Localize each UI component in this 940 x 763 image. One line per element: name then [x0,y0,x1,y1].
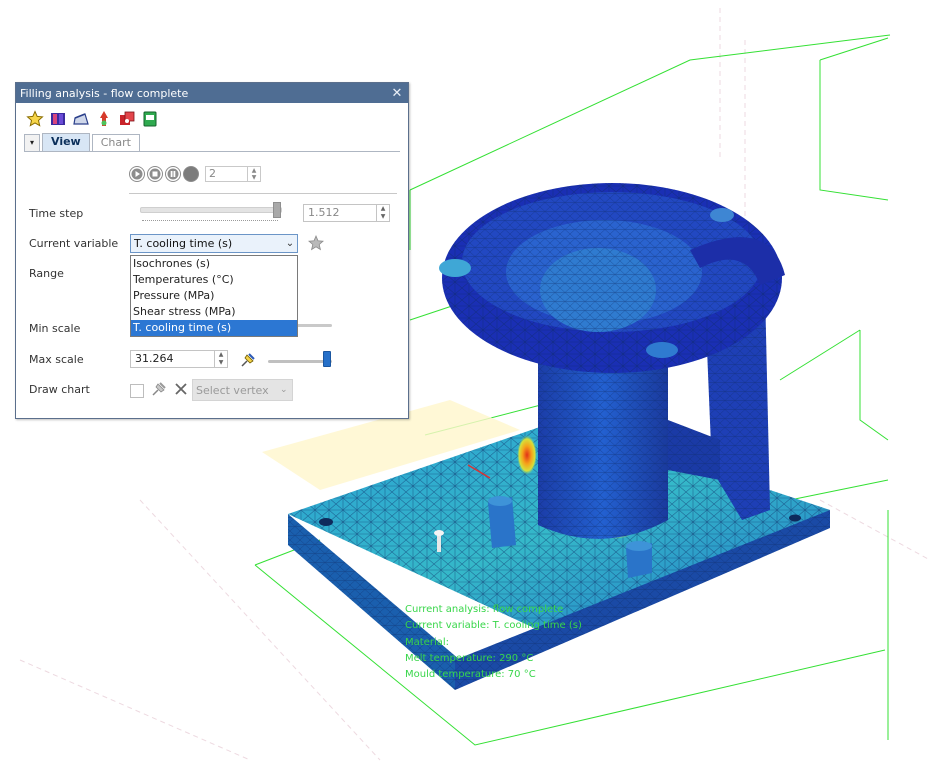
tab-collapse-button[interactable]: ▾ [24,134,40,151]
option-isochrones[interactable]: Isochrones (s) [131,256,297,272]
dialog-toolbar [16,103,408,131]
max-scale-value: 31.264 [135,352,174,365]
result-line-variable: Current variable: T. cooling time (s) [405,620,582,631]
injection-point-icon[interactable] [95,110,113,128]
pick-value-icon[interactable] [239,351,257,369]
time-step-slider-thumb[interactable] [273,202,281,218]
pause-button[interactable] [165,166,181,182]
current-variable-value: T. cooling time (s) [134,237,233,250]
current-variable-label: Current variable [29,237,119,250]
tab-bar: ▾ View Chart [24,133,400,152]
option-shear-stress[interactable]: Shear stress (MPa) [131,304,297,320]
time-step-ticks [142,217,278,221]
materials-icon[interactable] [49,110,67,128]
frame-value: 2 [209,167,216,180]
star-icon[interactable] [26,110,44,128]
max-scale-slider-thumb[interactable] [323,351,331,367]
result-line-analysis: Current analysis: flow complete [405,604,564,615]
tab-view[interactable]: View [42,133,90,151]
flow-icon[interactable] [72,110,90,128]
filling-analysis-dialog: Filling analysis - flow complete ✕ ▾ Vie… [15,82,409,419]
frame-spinner[interactable]: 2 ▲ ▼ [205,166,261,182]
current-variable-select[interactable]: T. cooling time (s) ⌄ [130,234,298,253]
chevron-down-icon: ⌄ [280,385,288,395]
chevron-down-icon: ⌄ [285,238,295,249]
time-step-slider[interactable] [140,207,282,213]
mould-icon[interactable] [118,110,136,128]
option-t-cooling-time[interactable]: T. cooling time (s) [131,320,297,336]
pick-vertex-icon[interactable] [150,380,168,398]
result-line-melt-temp: Melt temperature: 290 °C [405,653,534,664]
select-vertex-placeholder: Select vertex [196,383,269,397]
draw-chart-checkbox[interactable] [130,384,144,398]
record-button[interactable] [183,166,199,182]
time-step-value: 1.512 [308,206,340,219]
result-line-material: Material: [405,637,449,648]
close-icon[interactable]: ✕ [390,86,404,101]
export-icon[interactable] [141,110,159,128]
max-scale-field[interactable]: 31.264 ▲ ▼ [130,350,228,368]
current-variable-options: Isochrones (s) Temperatures (°C) Pressur… [130,255,298,337]
dialog-titlebar[interactable]: Filling analysis - flow complete ✕ [16,83,408,103]
favorite-star-icon[interactable] [307,234,325,252]
tab-chart[interactable]: Chart [91,134,140,151]
result-line-mould-temp: Mould temperature: 70 °C [405,669,536,680]
max-scale-label: Max scale [29,353,84,366]
time-step-label: Time step [29,207,84,220]
draw-chart-label: Draw chart [29,383,90,396]
range-label: Range [29,267,64,280]
dialog-title: Filling analysis - flow complete [20,86,189,100]
play-button[interactable] [129,166,145,182]
option-pressure[interactable]: Pressure (MPa) [131,288,297,304]
time-step-field[interactable]: 1.512 ▲ ▼ [303,204,390,222]
frame-spinner-arrows[interactable]: ▲ ▼ [247,167,260,181]
max-scale-spinner-arrows[interactable]: ▲ ▼ [214,351,227,367]
option-temperatures[interactable]: Temperatures (°C) [131,272,297,288]
select-vertex-dropdown[interactable]: Select vertex ⌄ [192,379,293,401]
playback-controls: 2 ▲ ▼ [129,166,261,182]
clear-vertex-icon[interactable] [173,381,189,397]
time-step-spinner-arrows[interactable]: ▲ ▼ [376,205,389,221]
min-scale-label: Min scale [29,322,81,335]
separator [129,193,397,194]
stop-button[interactable] [147,166,163,182]
